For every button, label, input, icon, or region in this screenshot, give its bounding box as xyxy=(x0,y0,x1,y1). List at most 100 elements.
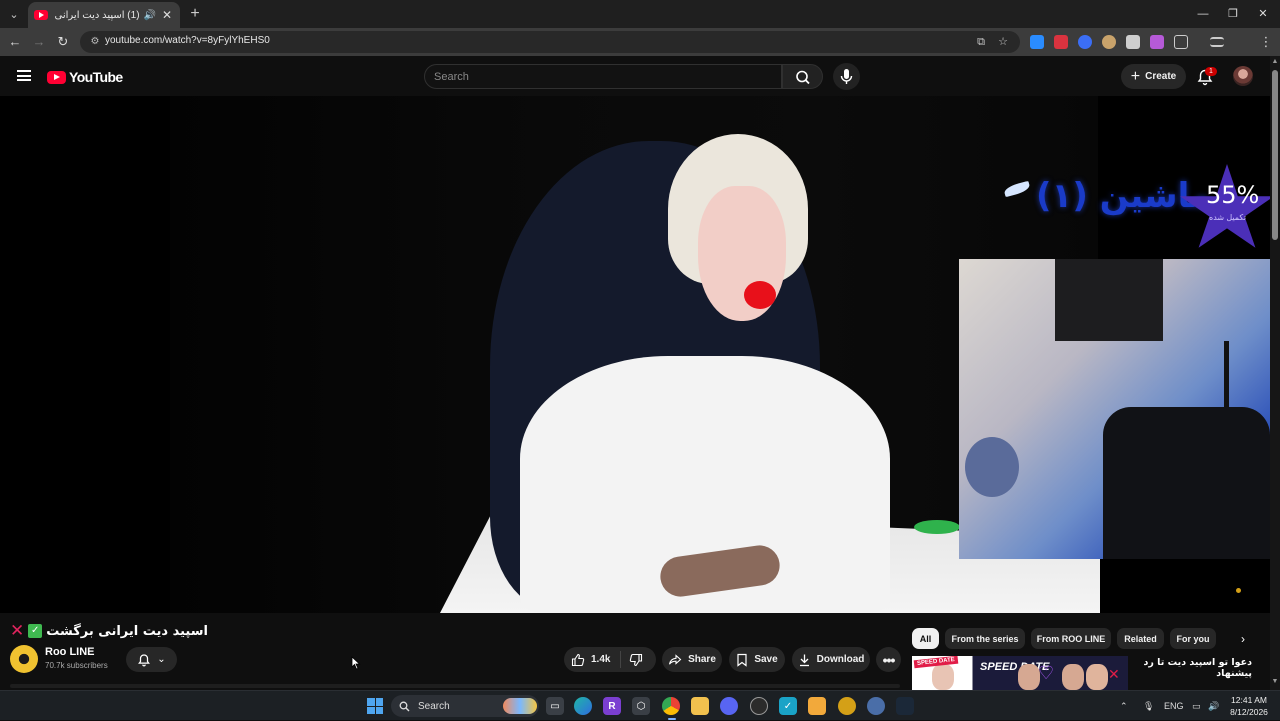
close-window-button[interactable]: ✕ xyxy=(1248,4,1278,24)
account-avatar[interactable] xyxy=(1233,66,1253,86)
tray-overflow-icon[interactable]: ⌃ xyxy=(1120,691,1128,721)
tray-mic-icon[interactable]: 🎙 xyxy=(1143,691,1154,721)
reload-button[interactable]: ↻ xyxy=(53,32,73,52)
recommended-title-text: دعوا تو اسپید دیت تا رد پیشنهاد xyxy=(1143,657,1252,679)
channel-avatar[interactable] xyxy=(10,645,38,673)
bell-icon xyxy=(138,653,151,666)
search-button[interactable] xyxy=(782,64,823,89)
taskbar-clock[interactable]: 12:41 AM 8/12/2026 xyxy=(1226,694,1272,718)
extension-face-icon[interactable] xyxy=(1102,35,1116,49)
task-view-icon[interactable]: ▭ xyxy=(546,697,564,715)
vpn-app-icon[interactable]: ✓ xyxy=(779,697,797,715)
taskbar-search[interactable]: Search xyxy=(391,695,539,717)
description-box-edge xyxy=(10,684,900,688)
taskbar-search-label: Search xyxy=(418,700,450,712)
chip-from-channel[interactable]: From ROO LINE xyxy=(1031,628,1111,649)
url-text[interactable]: youtube.com/watch?v=8yFylYhEHS0 xyxy=(105,35,270,46)
chevron-right-icon[interactable]: › xyxy=(1236,632,1250,646)
extension-blue-icon[interactable] xyxy=(1078,35,1092,49)
overlay-title: ماشین (۱) xyxy=(1036,166,1211,226)
scroll-down-arrow-icon[interactable]: ▼ xyxy=(1271,678,1279,685)
download-button[interactable]: Download xyxy=(792,647,870,672)
channel-name[interactable]: Roo LINE xyxy=(45,646,95,658)
extension-screen-icon[interactable] xyxy=(1054,35,1068,49)
network-icon[interactable]: ▭ xyxy=(1192,691,1201,721)
discord-icon[interactable] xyxy=(720,697,738,715)
share-arrow-icon xyxy=(669,653,682,665)
edge-browser-icon[interactable] xyxy=(574,697,592,715)
tab-search-button[interactable]: ⌄ xyxy=(4,4,24,24)
windows-start-icon[interactable] xyxy=(367,698,383,714)
thumb-face-3 xyxy=(1062,664,1084,690)
back-button[interactable]: ← xyxy=(5,32,25,52)
scroll-up-arrow-icon[interactable]: ▲ xyxy=(1271,58,1279,65)
steam-like-icon[interactable] xyxy=(750,697,768,715)
save-label: Save xyxy=(754,654,778,665)
minimize-button[interactable]: — xyxy=(1188,4,1218,24)
subscription-bell-button[interactable]: ⌄ xyxy=(126,647,177,672)
share-button[interactable]: Share xyxy=(662,647,722,672)
site-info-icon[interactable]: ⚙ xyxy=(88,35,102,49)
thumb-face-1 xyxy=(932,664,954,690)
youtube-logo[interactable]: YouTube xyxy=(47,69,123,85)
file-explorer-icon[interactable] xyxy=(691,697,709,715)
page-scrollbar[interactable]: ▲ ▼ xyxy=(1270,56,1280,690)
more-actions-button[interactable]: ••• xyxy=(876,647,901,672)
coin-app-icon[interactable] xyxy=(838,697,856,715)
browser-menu-icon[interactable]: ⋮ xyxy=(1256,32,1276,52)
browser-tab[interactable]: (1) اسپید دیت ایرانی برگشت 🔊 ✕ xyxy=(28,2,180,28)
restore-button[interactable]: ❐ xyxy=(1218,4,1248,24)
chrome-browser-icon[interactable] xyxy=(662,697,680,715)
chip-related[interactable]: Related xyxy=(1117,628,1164,649)
extensions-puzzle-icon[interactable] xyxy=(1174,35,1188,49)
share-label: Share xyxy=(688,654,716,665)
webcam-plush-toy xyxy=(965,437,1019,497)
extension-purple-icon[interactable] xyxy=(1150,35,1164,49)
cube-app-icon[interactable]: ⬡ xyxy=(632,697,650,715)
save-button[interactable]: Save xyxy=(729,647,785,672)
blue-app-icon[interactable] xyxy=(867,697,885,715)
reading-list-icon[interactable] xyxy=(1210,37,1224,47)
like-dislike-group: 1.4k xyxy=(564,647,656,672)
r-app-icon[interactable]: R xyxy=(603,697,621,715)
chip-for-you[interactable]: For you xyxy=(1170,628,1216,649)
overlay-title-text: ماشین (۱) xyxy=(1036,176,1212,216)
thumbs-down-icon xyxy=(630,653,643,666)
scrollbar-thumb[interactable] xyxy=(1272,70,1278,240)
language-indicator[interactable]: ENG xyxy=(1164,691,1184,721)
install-app-icon[interactable]: ⧉ xyxy=(974,35,988,49)
steam-icon[interactable] xyxy=(896,697,914,715)
like-count: 1.4k xyxy=(591,654,611,665)
volume-icon[interactable]: 🔊 xyxy=(1208,691,1219,721)
orange-app-icon[interactable] xyxy=(808,697,826,715)
video-player[interactable]: ماشین (۱) 55% تکمیل شده xyxy=(0,96,1270,613)
menu-icon[interactable] xyxy=(17,70,31,81)
tab-close-icon[interactable]: ✕ xyxy=(160,8,174,22)
chip-all[interactable]: All xyxy=(912,628,939,649)
new-tab-button[interactable]: + xyxy=(186,5,204,23)
youtube-favicon-icon xyxy=(34,10,48,20)
chip-from-the-series[interactable]: From the series xyxy=(945,628,1025,649)
voice-search-button[interactable] xyxy=(833,63,860,90)
browser-tab-bar: ⌄ (1) اسپید دیت ایرانی برگشت 🔊 ✕ + — ❐ ✕ xyxy=(0,0,1280,28)
dislike-button[interactable] xyxy=(621,653,643,667)
search-box[interactable] xyxy=(424,64,782,89)
search-input[interactable] xyxy=(434,69,754,85)
address-bar[interactable]: ⚙ youtube.com/watch?v=8yFylYhEHS0 ⧉ ☆ xyxy=(80,31,1020,53)
like-button[interactable]: 1.4k xyxy=(564,651,622,668)
create-button[interactable]: + Create xyxy=(1121,64,1186,89)
extension-shield-icon[interactable] xyxy=(1126,35,1140,49)
audio-playing-icon[interactable]: 🔊 xyxy=(144,10,156,21)
bookmark-star-icon[interactable]: ☆ xyxy=(996,35,1010,49)
video-title-text: اسپید دیت ایرانی برگشت xyxy=(46,623,208,639)
browser-toolbar: ← → ↻ ⚙ youtube.com/watch?v=8yFylYhEHS0 … xyxy=(0,28,1280,76)
notification-count-badge: 1 xyxy=(1205,67,1217,76)
forward-button[interactable]: → xyxy=(29,32,49,52)
plus-icon: + xyxy=(1130,67,1141,85)
extension-translate-icon[interactable] xyxy=(1030,35,1044,49)
download-icon xyxy=(799,654,809,666)
recommended-video-title[interactable]: دعوا تو اسپید دیت تا رد پیشنهاد xyxy=(1134,657,1252,679)
overlay-percent-caption: تکمیل شده xyxy=(1209,213,1247,222)
recommended-video-thumbnail[interactable]: SPEED DATE SPEED DATE ♡ ✕ xyxy=(912,656,1128,690)
thumb-face-4 xyxy=(1086,664,1108,690)
